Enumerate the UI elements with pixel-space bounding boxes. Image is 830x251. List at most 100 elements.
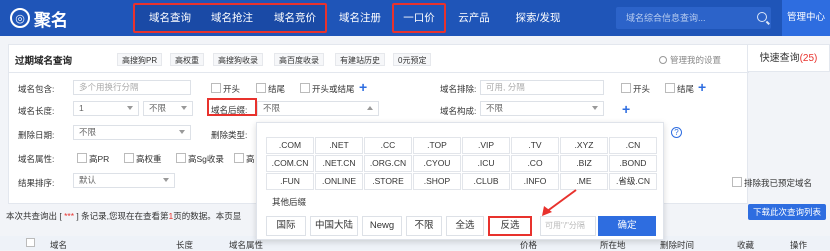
suffix-select[interactable]: 不限 — [257, 101, 379, 116]
filter-newg-button[interactable]: Newg — [362, 216, 402, 236]
quick-query-label: 快速查询 — [759, 53, 800, 64]
result-middle: ] 条记录,您现在在查看第 — [76, 211, 169, 221]
exclude-start-checkbox[interactable]: 开头 — [621, 83, 650, 95]
tag-site-history[interactable]: 有建站历史 — [335, 53, 385, 66]
delete-date-value: 不限 — [79, 127, 97, 137]
th-length[interactable]: 长度 — [176, 239, 193, 251]
manage-settings-link[interactable]: 管理我的设置 — [658, 54, 721, 66]
sort-label: 结果排序: — [18, 178, 55, 188]
th-domain[interactable]: 域名 — [50, 239, 67, 251]
header-search-input[interactable]: 域名综合信息查询... — [616, 7, 771, 29]
confirm-button[interactable]: 确定 — [598, 216, 656, 236]
suffix-option[interactable]: .BIZ — [560, 155, 608, 172]
th-attributes[interactable]: 域名属性 — [229, 239, 263, 251]
result-prefix: 本次共查询出 [ — [6, 211, 62, 221]
suffix-option[interactable]: .COM.CN — [266, 155, 314, 172]
top-navigation-bar: ◎ 聚名 域名查询 域名抢注 域名竞价 域名注册 一口价 云产品 探索/发现 域… — [0, 0, 830, 36]
suffix-option[interactable]: .TV — [511, 137, 559, 154]
tag-high-weight[interactable]: 高权重 — [170, 53, 204, 66]
attr-sg-checkbox[interactable]: 高Sg收录 — [176, 153, 224, 165]
attr-more-checkbox[interactable]: 高 — [234, 153, 255, 165]
suffix-option[interactable]: .ORG.CN — [364, 155, 412, 172]
suffix-option[interactable]: .FUN — [266, 173, 314, 190]
suffix-option[interactable]: .CN — [609, 137, 657, 154]
delete-type-label: 删除类型: — [211, 130, 248, 140]
quick-query-tab[interactable]: 快速查询(25) — [748, 44, 830, 72]
suffix-option[interactable]: .CO — [511, 155, 559, 172]
tag-high-sogou-index[interactable]: 高搜狗收录 — [213, 53, 263, 66]
chevron-down-icon — [592, 106, 598, 110]
contains-input[interactable]: 多个用换行分隔 — [73, 80, 191, 95]
other-suffix-link[interactable]: 其他后缀 — [272, 196, 306, 208]
suffix-option[interactable]: .COM — [266, 137, 314, 154]
nav-domain-snatch[interactable]: 域名抢注 — [202, 0, 262, 36]
gear-icon — [658, 56, 667, 64]
th-location[interactable]: 所在地 — [600, 239, 626, 251]
filter-mainland-button[interactable]: 中国大陆 — [310, 216, 358, 236]
suffix-option[interactable]: .省级.CN — [609, 173, 657, 190]
manage-center-button[interactable]: 管理中心 — [782, 0, 830, 36]
filter-unlimited-button[interactable]: 不限 — [406, 216, 442, 236]
search-icon[interactable] — [757, 12, 767, 22]
th-actions[interactable]: 操作 — [790, 239, 807, 251]
logo[interactable]: ◎ 聚名 — [10, 7, 68, 30]
help-icon[interactable]: ? — [671, 127, 682, 138]
attr-weight-checkbox[interactable]: 高权重 — [124, 153, 162, 165]
suffix-option[interactable]: .SHOP — [413, 173, 461, 190]
suffix-option[interactable]: .ICU — [462, 155, 510, 172]
structure-value: 不限 — [486, 103, 504, 113]
nav-explore[interactable]: 探索/发现 — [506, 0, 570, 36]
suffix-value: 不限 — [263, 103, 281, 113]
tag-zero-reserve[interactable]: 0元预定 — [393, 53, 432, 66]
exclude-input[interactable]: 可用, 分隔 — [480, 80, 604, 95]
result-summary: 本次共查询出 [ *** ] 条记录,您现在在查看第1页的数据。本页显 — [6, 210, 241, 222]
suffix-option[interactable]: .NET — [315, 137, 363, 154]
structure-select[interactable]: 不限 — [480, 101, 604, 116]
suffix-option[interactable]: .XYZ — [560, 137, 608, 154]
suffix-option[interactable]: .NET.CN — [315, 155, 363, 172]
nav-cloud-products[interactable]: 云产品 — [450, 0, 498, 36]
add-exclude-icon[interactable]: + — [698, 80, 706, 94]
th-favorite[interactable]: 收藏 — [737, 239, 754, 251]
sort-select[interactable]: 默认 — [73, 173, 175, 188]
contains-end-checkbox[interactable]: 结尾 — [256, 83, 285, 95]
suffix-option[interactable]: .BOND — [609, 155, 657, 172]
nav-domain-auction[interactable]: 域名竞价 — [265, 0, 325, 36]
add-structure-icon[interactable]: + — [622, 102, 630, 116]
price-input[interactable]: 可用"/"分隔 — [540, 216, 596, 236]
length-from-value: 1 — [79, 103, 84, 113]
tag-high-baidu-index[interactable]: 高百度收录 — [274, 53, 324, 66]
invert-selection-button[interactable]: 反选 — [488, 216, 532, 236]
nav-domain-register[interactable]: 域名注册 — [332, 0, 388, 36]
suffix-option[interactable]: .ONLINE — [315, 173, 363, 190]
length-from-select[interactable]: 1 — [73, 101, 139, 116]
suffix-option[interactable]: .VIP — [462, 137, 510, 154]
nav-fixed-price[interactable]: 一口价 — [394, 0, 444, 36]
chevron-up-icon — [367, 106, 373, 110]
exclude-end-checkbox[interactable]: 结尾 — [665, 83, 694, 95]
suffix-option[interactable]: .CLUB — [462, 173, 510, 190]
attr-pr-checkbox[interactable]: 高PR — [77, 153, 109, 165]
nav-domain-query[interactable]: 域名查询 — [140, 0, 200, 36]
chevron-down-icon — [163, 178, 169, 182]
th-price[interactable]: 价格 — [520, 239, 537, 251]
select-all-button[interactable]: 全选 — [446, 216, 484, 236]
add-contains-icon[interactable]: + — [359, 80, 367, 94]
length-to-select[interactable]: 不限 — [143, 101, 193, 116]
structure-label: 域名构成: — [440, 106, 477, 116]
tag-high-sogou-pr[interactable]: 高搜狗PR — [117, 53, 163, 66]
delete-date-select[interactable]: 不限 — [73, 125, 191, 140]
contains-start-or-end-checkbox[interactable]: 开头或结尾 — [300, 83, 355, 95]
suffix-option[interactable]: .CYOU — [413, 155, 461, 172]
attr-label: 域名属性: — [18, 154, 55, 164]
suffix-option[interactable]: .CC — [364, 137, 412, 154]
select-all-checkbox[interactable] — [26, 238, 35, 247]
contains-start-checkbox[interactable]: 开头 — [211, 83, 240, 95]
th-delete-time[interactable]: 删除时间 — [660, 239, 694, 251]
download-results-button[interactable]: 下载此次查询列表 — [748, 204, 826, 220]
suffix-option[interactable]: .TOP — [413, 137, 461, 154]
exclude-reserved-checkbox[interactable]: 排除我已预定域名 — [732, 177, 812, 189]
contains-label: 域名包含: — [18, 84, 55, 94]
filter-international-button[interactable]: 国际 — [266, 216, 306, 236]
suffix-option[interactable]: .STORE — [364, 173, 412, 190]
